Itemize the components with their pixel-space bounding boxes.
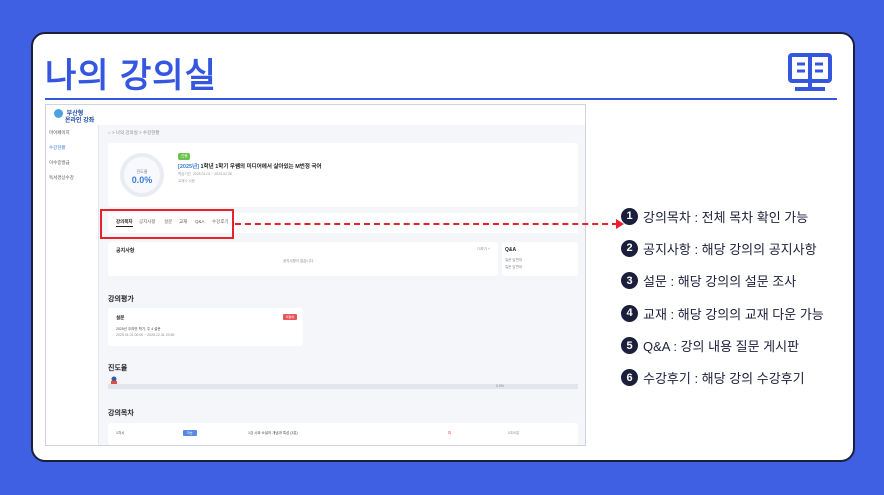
course-tag: [2025년] (178, 164, 199, 170)
toc-row: 1차시 학습 1강 시와 소설의 개념과 특성 (3분) 미 0초/0분 (108, 423, 578, 445)
site-logo[interactable]: 부산형 온라인 강좌 (54, 109, 94, 124)
notice-more-link[interactable]: 더보기 + (477, 247, 490, 252)
number-badge: 6 (621, 369, 638, 387)
lecture-room-screenshot: 부산형 온라인 강좌 마이페이지 수강현황 이수증발급 독서경상수강 ⌂ > 나… (45, 104, 586, 446)
meta-period-label: 학습기간 (178, 172, 191, 176)
logo-line1: 부산형 (66, 111, 84, 118)
logo-icon (54, 109, 63, 118)
qa-panel: Q&A 질문 답변대 질문 답변대 (502, 242, 578, 276)
callout-item: 3 설문 : 해당 강의의 설문 조사 (621, 272, 824, 290)
toc-row-end: 0초/0분 (508, 431, 520, 435)
breadcrumb: ⌂ > 나의 강의실 > 수강현황 (108, 130, 160, 135)
number-badge: 3 (621, 272, 638, 290)
survey-title: 설문 (116, 315, 125, 320)
progress-bar-value: 0.0% (496, 384, 504, 388)
sidebar-item-reading[interactable]: 독서경상수강 (46, 170, 98, 185)
sidebar: 마이페이지 수강현황 이수증발급 독서경상수강 (46, 125, 99, 445)
callout-text: 수강후기 : 해당 강의 수강후기 (643, 371, 805, 387)
callout-text: 공지사항 : 해당 강의의 공지사항 (643, 241, 817, 257)
callout-item: 6 수강후기 : 해당 강의 수강후기 (621, 369, 824, 387)
course-meta-row2: 교재 0 시청 (178, 179, 195, 183)
toc-row-title: 1강 시와 소설의 개념과 특성 (3분) (248, 431, 298, 435)
number-badge: 4 (621, 304, 638, 322)
callout-dashed-line (235, 223, 618, 225)
survey-card: 설문 미참여 2025년 우리반 학기, 주 4 설문 2025.01.01 0… (108, 308, 303, 346)
toc-section-title: 강의목차 (108, 410, 134, 417)
survey-button[interactable]: 미참여 (282, 314, 297, 320)
survey-name: 2025년 우리반 학기, 주 4 설문 (116, 327, 161, 331)
meta-period: 2025.01.01 ~ 2025.02.28 (192, 172, 232, 176)
callout-list: 1 강의목차 : 전체 목차 확인 가능 2 공지사항 : 해당 강의의 공지사항 … (621, 207, 824, 401)
notice-empty: 공지사항이 없습니다. (283, 259, 314, 263)
logo-line2: 온라인 강좌 (65, 118, 95, 124)
course-summary: 진도율 0.0% 진행 [2025년] 1학년 1학기 우쌤의 미디어에서 살아… (108, 143, 578, 207)
status-badge: 진행 (178, 153, 191, 160)
notice-title: 공지사항 (116, 248, 135, 254)
toc-study-button[interactable]: 학습 (183, 430, 197, 436)
open-book-icon (788, 53, 832, 91)
callout-text: 설문 : 해당 강의의 설문 조사 (643, 274, 797, 290)
course-name: 1학년 1학기 우쌤의 미디어에서 살아있는 M번정 국어 (198, 164, 322, 170)
number-badge: 1 (621, 207, 638, 225)
page-title: 나의 강의실 (45, 57, 217, 95)
course-title: [2025년] 1학년 1학기 우쌤의 미디어에서 살아있는 M번정 국어 (178, 162, 322, 170)
progress-ring: 진도율 0.0% (120, 153, 164, 197)
progress-value: 0.0% (131, 175, 153, 185)
tabs-highlight-box (100, 209, 234, 239)
title-divider (45, 98, 837, 100)
callout-item: 5 Q&A : 강의 내용 질문 게시판 (621, 337, 824, 355)
progress-avatar-icon (110, 373, 118, 386)
callout-text: 강의목차 : 전체 목차 확인 가능 (643, 209, 809, 225)
qa-item[interactable]: 질문 답변대 (505, 258, 522, 263)
progress-bar (108, 384, 578, 389)
survey-date: 2025.01.01 00:00 ~ 2025.12.31 23:59 (116, 333, 175, 337)
sidebar-item-status[interactable]: 수강현황 (46, 140, 98, 155)
callout-text: Q&A : 강의 내용 질문 게시판 (643, 339, 800, 355)
sidebar-item-mypage[interactable]: 마이페이지 (46, 125, 98, 140)
toc-row-number: 1차시 (116, 431, 125, 435)
number-badge: 5 (621, 337, 638, 355)
sidebar-item-certificate[interactable]: 이수증발급 (46, 155, 98, 170)
callout-text: 교재 : 해당 강의의 교재 다운 가능 (643, 306, 824, 322)
toc-row-status: 미 (448, 431, 452, 435)
callout-item: 1 강의목차 : 전체 목차 확인 가능 (621, 207, 824, 225)
callout-item: 4 교재 : 해당 강의의 교재 다운 가능 (621, 304, 824, 322)
course-meta-period: 학습기간 2025.01.01 ~ 2025.02.28 (178, 172, 232, 177)
qa-item[interactable]: 질문 답변대 (505, 265, 522, 270)
callout-item: 2 공지사항 : 해당 강의의 공지사항 (621, 239, 824, 257)
progress-section-title: 진도율 (108, 365, 128, 372)
notice-panel: 공지사항 더보기 + 공지사항이 없습니다. (108, 242, 498, 276)
qa-title: Q&A (505, 247, 517, 253)
number-badge: 2 (621, 239, 638, 257)
eval-section-title: 강의평가 (108, 296, 134, 303)
